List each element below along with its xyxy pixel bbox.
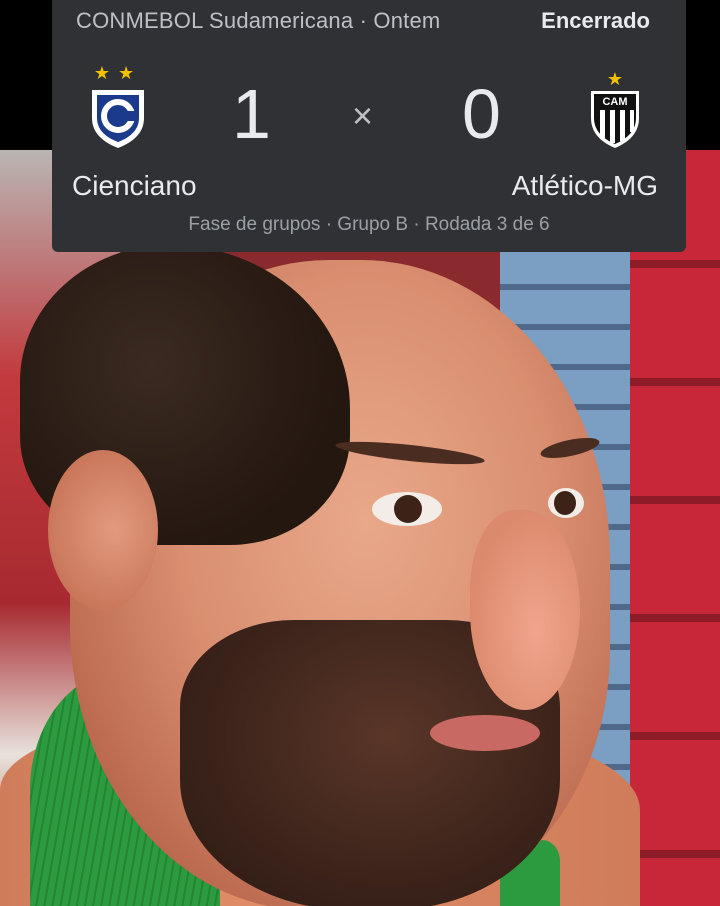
- away-team-name[interactable]: Atlético-MG: [512, 170, 658, 202]
- lips: [430, 715, 540, 751]
- cienciano-crest-icon[interactable]: ★★: [88, 64, 148, 150]
- atletico-shield-icon: CAM: [591, 91, 639, 148]
- home-team-name[interactable]: Cienciano: [72, 170, 197, 202]
- atletico-mg-crest-icon[interactable]: ★ CAM: [588, 70, 642, 150]
- home-title-stars: ★★: [93, 63, 143, 83]
- match-status: Encerrado: [541, 8, 650, 33]
- background-photo: [0, 150, 720, 906]
- competition-label: CONMEBOL Sudamericana · Ontem: [76, 8, 441, 33]
- home-score: 1: [232, 75, 271, 153]
- away-title-stars: ★: [606, 69, 624, 89]
- ear: [48, 450, 158, 610]
- cienciano-shield-icon: [92, 90, 144, 148]
- nose: [470, 510, 580, 710]
- away-score: 0: [462, 75, 501, 153]
- red-wall-right: [630, 150, 720, 906]
- eye-right: [548, 488, 584, 518]
- match-phase: Fase de grupos · Grupo B · Rodada 3 de 6: [188, 214, 550, 235]
- eye-left: [372, 492, 442, 526]
- score-separator: ×: [352, 95, 374, 136]
- match-score-card[interactable]: CONMEBOL Sudamericana · Ontem Encerrado …: [52, 0, 686, 252]
- cam-crest-text: CAM: [602, 96, 627, 108]
